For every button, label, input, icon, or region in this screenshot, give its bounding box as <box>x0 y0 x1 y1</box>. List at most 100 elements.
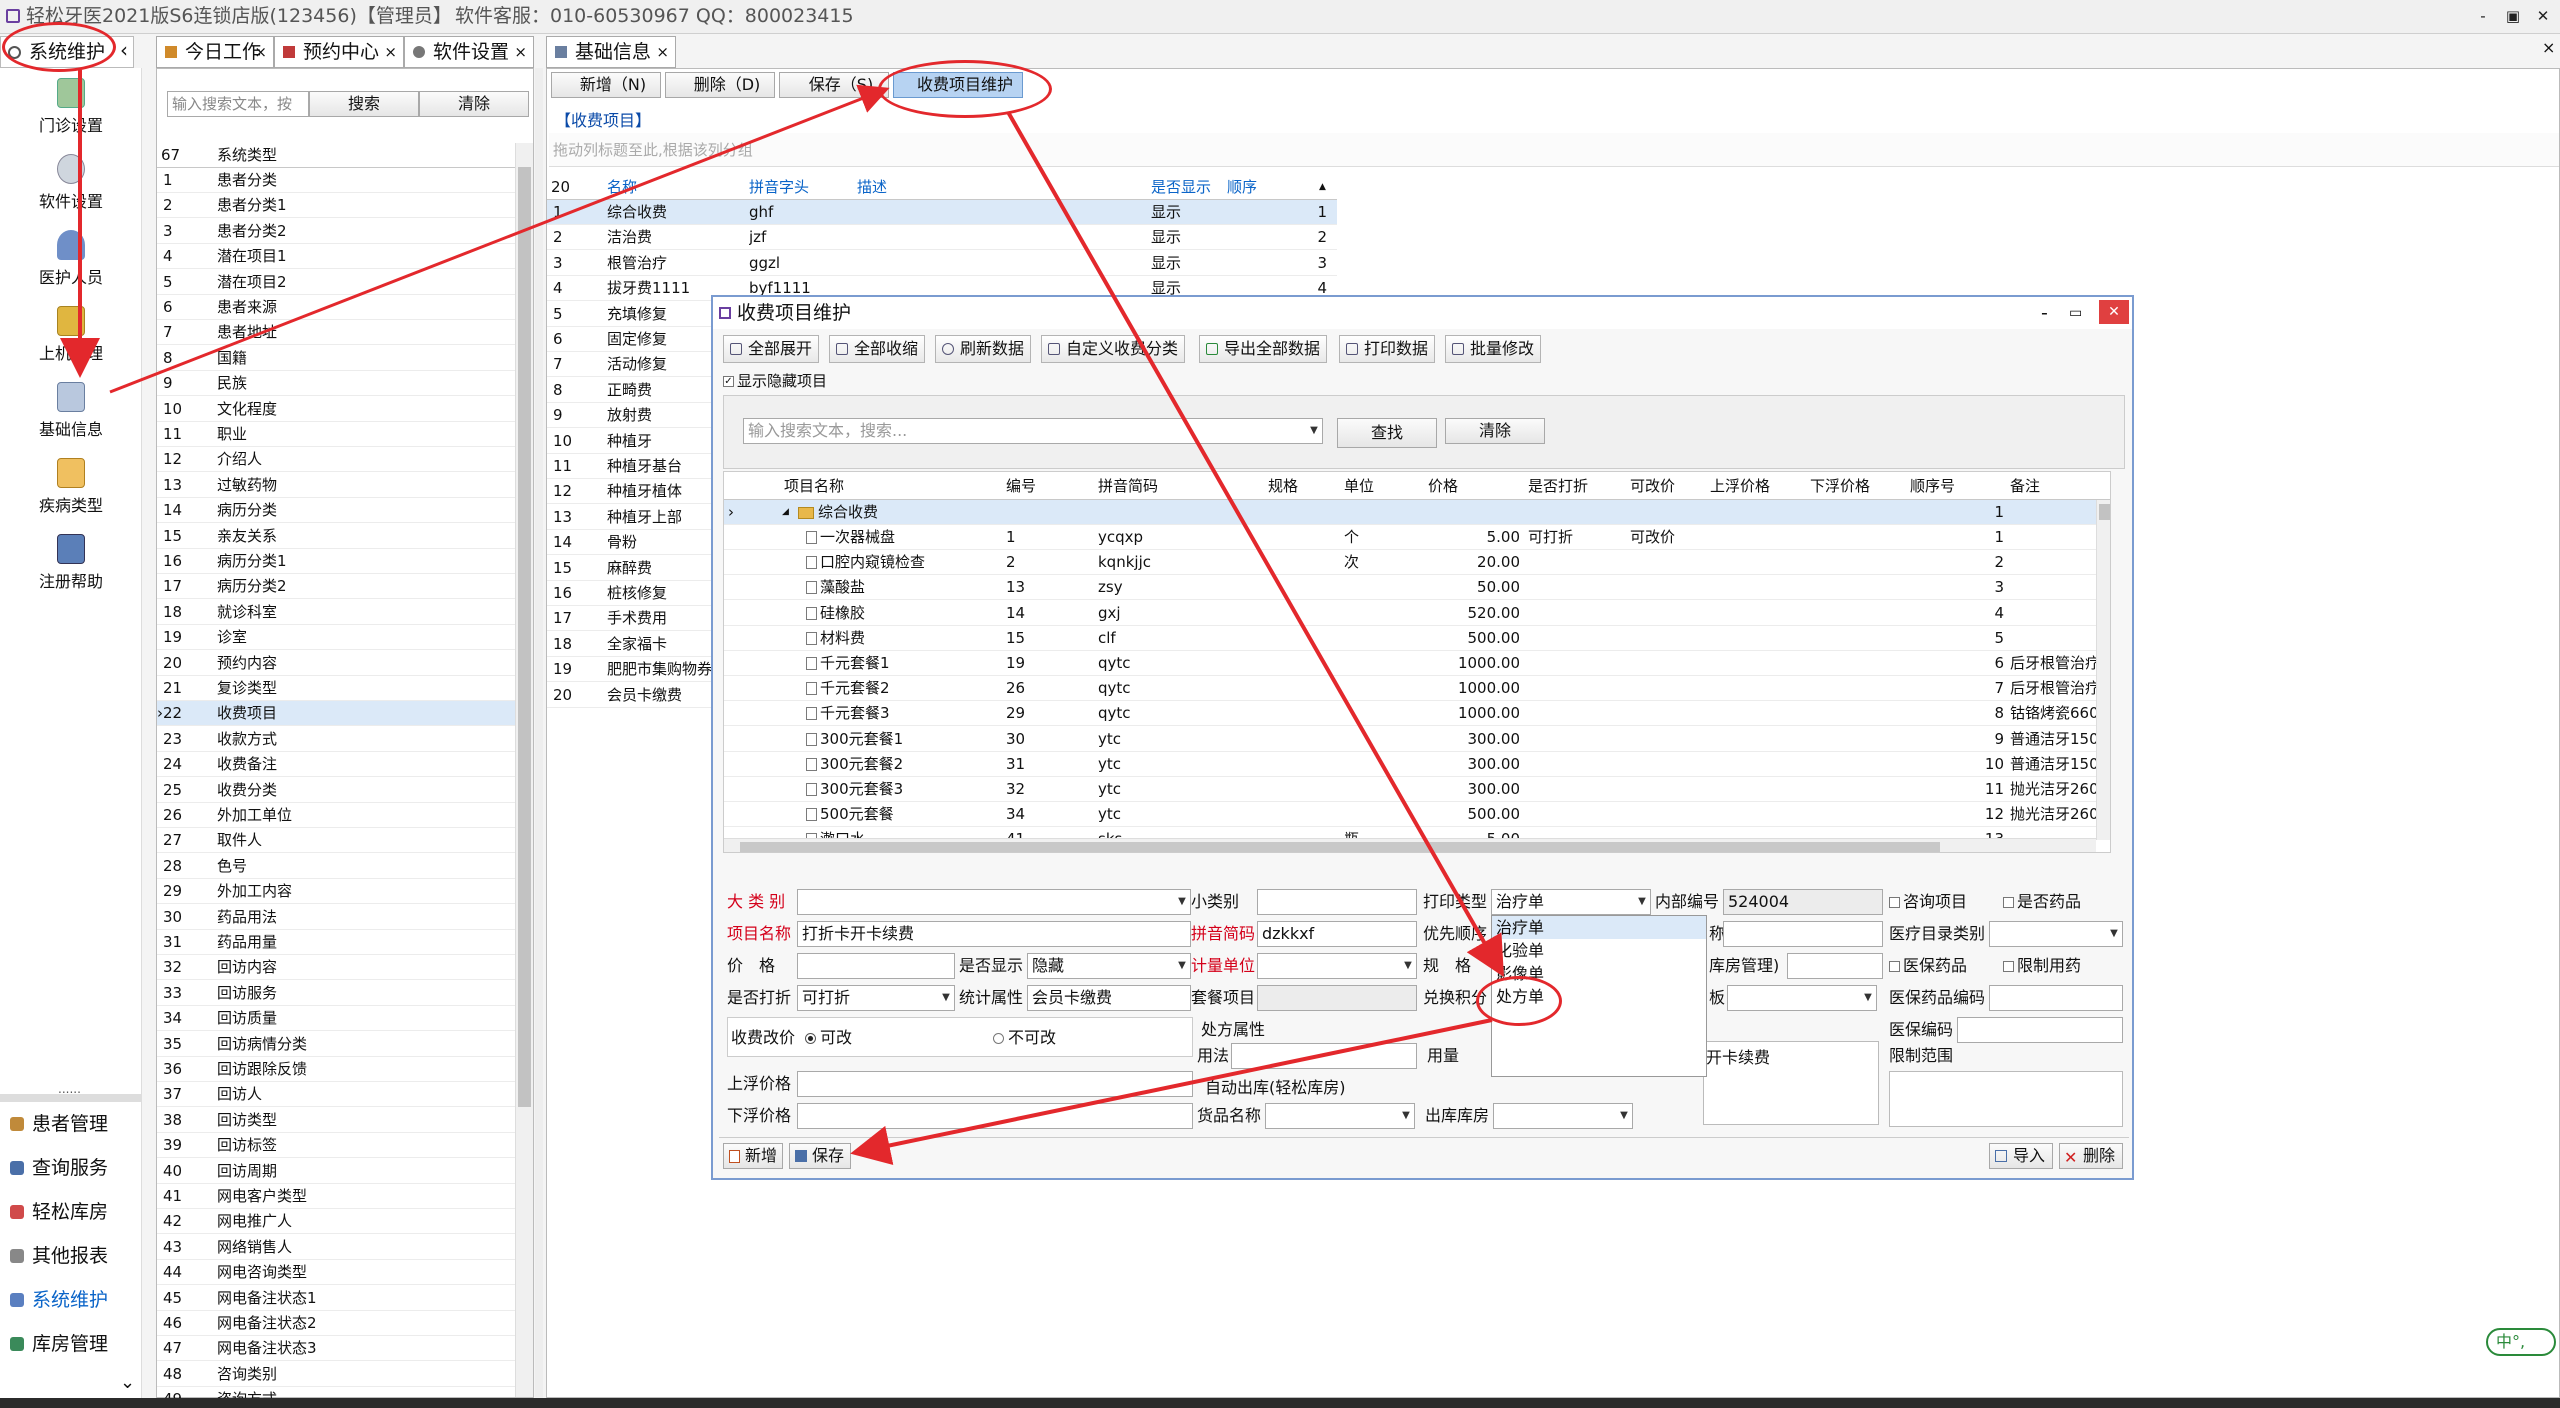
name-input[interactable] <box>1723 921 1883 947</box>
list-item[interactable]: 19 诊室 <box>157 625 515 651</box>
goods-select[interactable]: ▼ <box>1265 1103 1415 1129</box>
tab-today-work[interactable]: 今日工作 × <box>156 36 274 68</box>
list-item[interactable]: 20 预约内容 <box>157 651 515 676</box>
list-item[interactable]: 44 网电咨询类型 <box>157 1260 515 1286</box>
restore-button[interactable]: ▭ <box>2069 297 2082 329</box>
sidebar-item-disease-types[interactable]: 疾病类型 <box>0 458 142 516</box>
list-item[interactable]: 14 病历分类 <box>157 498 515 524</box>
tab-basic-info[interactable]: 基础信息 × <box>546 36 676 68</box>
dropdown-option-treatment[interactable]: 治疗单 <box>1492 916 1706 939</box>
list-item[interactable]: 21 复诊类型 <box>157 676 515 701</box>
minimize-button[interactable]: - <box>2041 297 2048 329</box>
bottom-nav-query[interactable]: 查询服务 <box>0 1148 142 1188</box>
find-button[interactable]: 查找 <box>1337 418 1437 448</box>
collapse-all-button[interactable]: 全部收缩 <box>829 335 926 363</box>
list-item[interactable]: 26 外加工单位 <box>157 803 515 828</box>
limit-drug-checkbox[interactable]: 限制用药 <box>2003 953 2081 979</box>
close-icon[interactable]: × <box>656 37 669 67</box>
list-item[interactable]: 28 色号 <box>157 854 515 879</box>
collapse-arrow[interactable]: ‹ <box>120 38 128 62</box>
list-item[interactable]: 24 收费备注 <box>157 752 515 778</box>
item-name-input[interactable]: 打折卡开卡续费 <box>797 921 1191 947</box>
export-all-button[interactable]: 导出全部数据 <box>1199 335 1328 363</box>
minimize-button[interactable]: - <box>2468 2 2498 30</box>
tree-group-row[interactable]: › ◢ 综合收费 1 <box>724 500 2096 525</box>
stat-field[interactable]: 会员卡缴费 <box>1027 985 1191 1011</box>
custom-category-button[interactable]: 自定义收费分类 <box>1041 335 1186 363</box>
list-item[interactable]: 9 民族 <box>157 371 515 397</box>
clear-button[interactable]: 清除 <box>419 91 529 117</box>
list-item[interactable]: 3 患者分类2 <box>157 219 515 244</box>
pinyin-input[interactable]: dzkkxf <box>1257 921 1417 947</box>
list-item[interactable]: 31 药品用量 <box>157 930 515 955</box>
list-item[interactable]: 18 就诊科室 <box>157 600 515 625</box>
med-catalog-select[interactable]: ▼ <box>1989 921 2123 947</box>
list-item[interactable]: 2 患者分类1 <box>157 193 515 219</box>
ime-indicator[interactable]: 中°, <box>2486 1328 2556 1356</box>
list-item[interactable]: 1 患者分类 <box>157 168 515 193</box>
table-row[interactable]: 300元套餐130ytc300.009普通洁牙150元 <box>724 727 2096 752</box>
table-row[interactable]: 500元套餐 34 ytc 500.00 12 抛光洁牙260, <box>724 802 2096 828</box>
vertical-scrollbar[interactable] <box>515 143 533 1397</box>
sidebar-item-staff[interactable]: 医护人员 <box>0 230 142 288</box>
list-item[interactable]: 43 网络销售人 <box>157 1235 515 1260</box>
table-row[interactable]: 3 根管治疗 ggzl 显示 3 <box>547 251 1337 276</box>
clear-button[interactable]: 清除 <box>1445 418 1545 444</box>
close-icon[interactable]: × <box>2542 38 2555 57</box>
limit-range-area[interactable] <box>1889 1071 2123 1127</box>
list-item[interactable]: › 22 收费项目 <box>157 701 515 727</box>
close-button[interactable]: ✕ <box>2099 300 2129 324</box>
bottom-nav-system[interactable]: 系统维护 <box>0 1280 142 1320</box>
list-item[interactable]: 17 病历分类2 <box>157 574 515 600</box>
vertical-scrollbar[interactable] <box>2096 500 2110 840</box>
close-icon[interactable]: × <box>254 37 267 67</box>
dropdown-option-lab[interactable]: 化验单 <box>1492 939 1706 962</box>
dialog-delete-button[interactable]: ✕ 删除 <box>2059 1143 2123 1169</box>
bottom-nav-patients[interactable]: 患者管理 <box>0 1104 142 1144</box>
bottom-nav-warehouse[interactable]: 轻松库房 <box>0 1192 142 1232</box>
list-item[interactable]: 12 介绍人 <box>157 447 515 473</box>
table-row[interactable]: 千元套餐1 19 qytc 1000.00 6 后牙根管治疗 <box>724 651 2096 676</box>
expand-all-button[interactable]: 全部展开 <box>723 335 820 363</box>
table-row[interactable]: 口腔内窥镜检查 2 kqnkjjc 次 20.00 2 <box>724 550 2096 576</box>
list-item[interactable]: 13 过敏药物 <box>157 473 515 498</box>
sidebar-item-basic-info[interactable]: 基础信息 <box>0 382 142 440</box>
list-item[interactable]: 42 网电推广人 <box>157 1209 515 1235</box>
unit-select[interactable]: ▼ <box>1257 953 1417 979</box>
list-item[interactable]: 10 文化程度 <box>157 397 515 422</box>
show-hidden-checkbox[interactable]: ✓ 显示隐藏项目 <box>723 369 827 393</box>
list-item[interactable]: 33 回访服务 <box>157 981 515 1006</box>
med-code-input[interactable] <box>1957 1017 2123 1043</box>
list-item[interactable]: 4 潜在项目1 <box>157 244 515 270</box>
list-item[interactable]: 38 回访类型 <box>157 1108 515 1133</box>
list-item[interactable]: 32 回访内容 <box>157 955 515 981</box>
med-drug-code-input[interactable] <box>1989 985 2123 1011</box>
consult-item-checkbox[interactable]: 咨询项目 <box>1889 889 1967 915</box>
list-item[interactable]: 5 潜在项目2 <box>157 270 515 295</box>
close-button[interactable]: ✕ <box>2528 2 2558 30</box>
list-item[interactable]: 11 职业 <box>157 422 515 447</box>
tab-appointments[interactable]: 预约中心 × <box>274 36 404 68</box>
price-input[interactable] <box>797 953 955 979</box>
small-category-input[interactable] <box>1257 889 1417 915</box>
bottom-nav-reports[interactable]: 其他报表 <box>0 1236 142 1276</box>
print-button[interactable]: 打印数据 <box>1339 335 1436 363</box>
usage-input[interactable] <box>1231 1043 1417 1069</box>
list-item[interactable]: 36 回访跟除反馈 <box>157 1057 515 1082</box>
list-item[interactable]: 40 回访周期 <box>157 1159 515 1184</box>
is-show-select[interactable]: 隐藏 ▼ <box>1027 953 1191 979</box>
list-item[interactable]: 15 亲友关系 <box>157 524 515 549</box>
table-row[interactable]: 300元套餐231ytc300.0010普通洁牙150元 <box>724 752 2096 777</box>
chevron-down-icon[interactable]: ▼ <box>1306 419 1322 443</box>
discount-select[interactable]: 可打折 ▼ <box>797 985 955 1011</box>
dialog-import-button[interactable]: 导入 <box>1989 1143 2053 1169</box>
table-row[interactable]: 一次器械盘 1 ycqxp 个 5.00 可打折 可改价 1 <box>724 525 2096 550</box>
horizontal-scrollbar[interactable] <box>724 838 2096 852</box>
list-item[interactable]: 23 收款方式 <box>157 727 515 752</box>
refresh-button[interactable]: 刷新数据 <box>935 335 1032 363</box>
list-item[interactable]: 7 患者地址 <box>157 320 515 346</box>
dialog-save-button[interactable]: 保存 <box>789 1143 851 1169</box>
table-row[interactable]: 千元套餐329qytc1000.008钴铬烤瓷660元 <box>724 701 2096 727</box>
sidebar-item-register-help[interactable]: 注册帮助 <box>0 534 142 592</box>
list-item[interactable]: 47 网电备注状态3 <box>157 1336 515 1362</box>
